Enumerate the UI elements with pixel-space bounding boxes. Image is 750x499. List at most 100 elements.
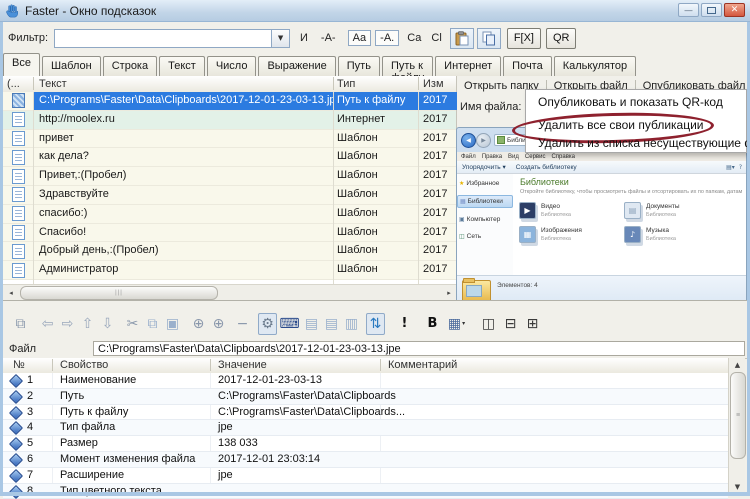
explorer-menu-Сервис[interactable]: Сервис (525, 154, 546, 160)
grid-view-button[interactable]: ⊞ (523, 313, 542, 335)
tab-Путь[interactable]: Путь (337, 56, 380, 76)
help-icon[interactable]: ? (739, 164, 742, 171)
remove-button[interactable]: − (233, 313, 252, 335)
vertical-scrollbar-thumb[interactable]: ≡ (730, 372, 746, 459)
minimize-button[interactable]: — (678, 3, 699, 17)
table-row[interactable]: привет Шаблон 2017 (3, 129, 456, 149)
filter-op-2[interactable]: -А- (321, 32, 336, 44)
filter-op-1[interactable]: И (300, 32, 308, 44)
property-row[interactable]: 5 Размер 138 033 (3, 436, 728, 452)
property-row[interactable]: 3 Путь к файлу C:\Programs\Faster\Data\Cli… (3, 405, 728, 421)
create-library-button[interactable]: Создать библиотеку (516, 164, 577, 171)
property-row[interactable]: 7 Расширение jpe (3, 468, 728, 484)
move-left-button[interactable]: ⇦ (38, 313, 57, 335)
forward-button[interactable]: ▶ (476, 133, 491, 148)
refresh-button[interactable]: ⇅ (366, 312, 385, 335)
col-header-comment[interactable]: Комментарий (388, 359, 457, 371)
horizontal-scrollbar-thumb[interactable]: ||| (20, 286, 218, 300)
explorer-menu-Файл[interactable]: Файл (461, 154, 476, 160)
vertical-scrollbar[interactable]: ▲ ≡ ▼ (728, 358, 746, 493)
cut-button[interactable]: ✂ (123, 313, 142, 335)
scroll-up-arrow-icon[interactable]: ▲ (730, 358, 745, 371)
clone-row-button[interactable]: ⧉ (11, 313, 30, 335)
bold-button[interactable]: B (423, 313, 442, 335)
filter-input[interactable]: ▼ (54, 28, 291, 48)
menu-item[interactable]: Опубликовать и показать QR-код (526, 93, 746, 111)
copy-to-clipboard-button[interactable] (476, 27, 501, 49)
text-color-button[interactable]: ▦ ▾ (447, 313, 466, 335)
settings-gear-button[interactable]: ⚙ (258, 312, 277, 335)
library-item-Видео[interactable]: ▶ Видео Библиотека (517, 200, 622, 223)
filter-op-4[interactable]: -А. (375, 30, 400, 46)
maximize-button[interactable] (701, 3, 722, 17)
sidebar-item-Сеть[interactable]: ◫ Сеть (459, 231, 513, 242)
table-row[interactable]: Добрый день,:(Пробел) Шаблон 2017 (3, 242, 456, 262)
tab-Калькулятор[interactable]: Калькулятор (553, 56, 637, 76)
tab-Число[interactable]: Число (206, 56, 257, 76)
col-header-property[interactable]: Свойство (60, 359, 108, 371)
property-row[interactable]: 2 Путь C:\Programs\Faster\Data\Clipboards (3, 388, 728, 405)
close-button[interactable]: ✕ (724, 3, 745, 17)
sidebar-item-Компьютер[interactable]: ▣ Компьютер (459, 214, 513, 225)
property-row[interactable]: 8 Тип цветного текста (3, 483, 728, 499)
sidebar-item-Избранное[interactable]: ★ Избранное (459, 178, 513, 189)
copy-button[interactable]: ⧉ (143, 313, 162, 335)
add-button[interactable]: ⊕ (189, 313, 208, 335)
col-header-expand[interactable]: (... (7, 78, 20, 90)
filter-dropdown-arrow-icon[interactable]: ▼ (271, 29, 290, 47)
move-down-button[interactable]: ⇩ (98, 313, 117, 335)
property-row[interactable]: 6 Момент изменения файла 2017-12-01 23:03:… (3, 451, 728, 468)
split-vertical-button[interactable]: ◫ (479, 313, 498, 335)
tab-Путь к файлу[interactable]: Путь к файлу (381, 56, 434, 84)
tab-Текст[interactable]: Текст (159, 56, 205, 76)
add-child-button[interactable]: ⊕ (209, 313, 228, 335)
table-row[interactable]: спасибо:) Шаблон 2017 (3, 204, 456, 224)
tab-Выражение[interactable]: Выражение (258, 56, 336, 76)
fx-expression-button[interactable]: F[X] (506, 27, 541, 49)
tab-Шаблон[interactable]: Шаблон (41, 56, 101, 76)
move-right-button[interactable]: ⇨ (58, 313, 77, 335)
table-row[interactable]: http://moolex.ru Интернет 2017 (3, 110, 456, 130)
scroll-down-arrow-icon[interactable]: ▼ (730, 480, 745, 493)
tab-Интернет[interactable]: Интернет (435, 56, 502, 76)
table-row[interactable]: Привет,:(Пробел) Шаблон 2017 (3, 167, 456, 186)
table-row[interactable]: Здравствуйте Шаблон 2017 (3, 185, 456, 205)
sidebar-item-Библиотеки[interactable]: ▦ Библиотеки (457, 195, 513, 208)
table-row[interactable]: как дела? Шаблон 2017 (3, 148, 456, 168)
document-1-button[interactable]: ▤ (302, 313, 321, 335)
organize-button[interactable]: Упорядочить ▾ (462, 163, 506, 171)
document-save-button[interactable]: ▥ (342, 313, 361, 335)
filter-op-3[interactable]: Аа (347, 30, 372, 46)
col-header-modified[interactable]: Изм (423, 78, 444, 90)
back-button[interactable]: ◀ (461, 133, 476, 148)
tab-Все[interactable]: Все (3, 53, 40, 76)
split-horizontal-button[interactable]: ⊟ (501, 313, 520, 335)
col-header-text[interactable]: Текст (39, 78, 67, 90)
menu-item[interactable]: Удалить все свои публикации (511, 110, 746, 146)
filter-op-6[interactable]: Сl (431, 32, 441, 44)
explorer-menu-Справка[interactable]: Справка (551, 154, 575, 160)
keyboard-button[interactable]: ⌨ (279, 313, 299, 335)
explorer-menu-Вид[interactable]: Вид (508, 154, 519, 160)
library-item-Музыка[interactable]: ♪ Музыка Библиотека (622, 224, 727, 247)
paste-from-clipboard-button[interactable] (449, 27, 474, 49)
table-row[interactable]: C:\Programs\Faster\Data\Clipboards\2017-… (3, 92, 457, 111)
move-up-button[interactable]: ⇧ (78, 313, 97, 335)
document-2-button[interactable]: ▤ (322, 313, 341, 335)
library-item-Изображения[interactable]: ▦ Изображения Библиотека (517, 224, 622, 247)
table-row[interactable]: Администратор Шаблон 2017 (3, 261, 456, 280)
explorer-menu-Правка[interactable]: Правка (482, 154, 502, 160)
warning-button[interactable]: ! (395, 313, 414, 335)
menu-item[interactable]: Удалить из списка несуществующие файлы (526, 134, 750, 152)
qr-code-button[interactable]: QR (545, 27, 577, 49)
col-header-num[interactable]: № (13, 359, 25, 371)
view-toggle-icon[interactable]: ▤▾ (726, 164, 735, 171)
dropdown-arrow-icon[interactable]: ▾ (462, 320, 465, 327)
scroll-left-arrow-icon[interactable]: ◂ (4, 286, 18, 299)
library-item-Документы[interactable]: ▤ Документы Библиотека (622, 200, 727, 223)
tab-Почта[interactable]: Почта (503, 56, 552, 76)
filter-op-5[interactable]: Са (407, 32, 421, 44)
horizontal-scrollbar[interactable]: ◂ ||| ▸ (3, 284, 457, 300)
col-header-type[interactable]: Тип (337, 78, 355, 90)
tab-Строка[interactable]: Строка (102, 56, 158, 76)
